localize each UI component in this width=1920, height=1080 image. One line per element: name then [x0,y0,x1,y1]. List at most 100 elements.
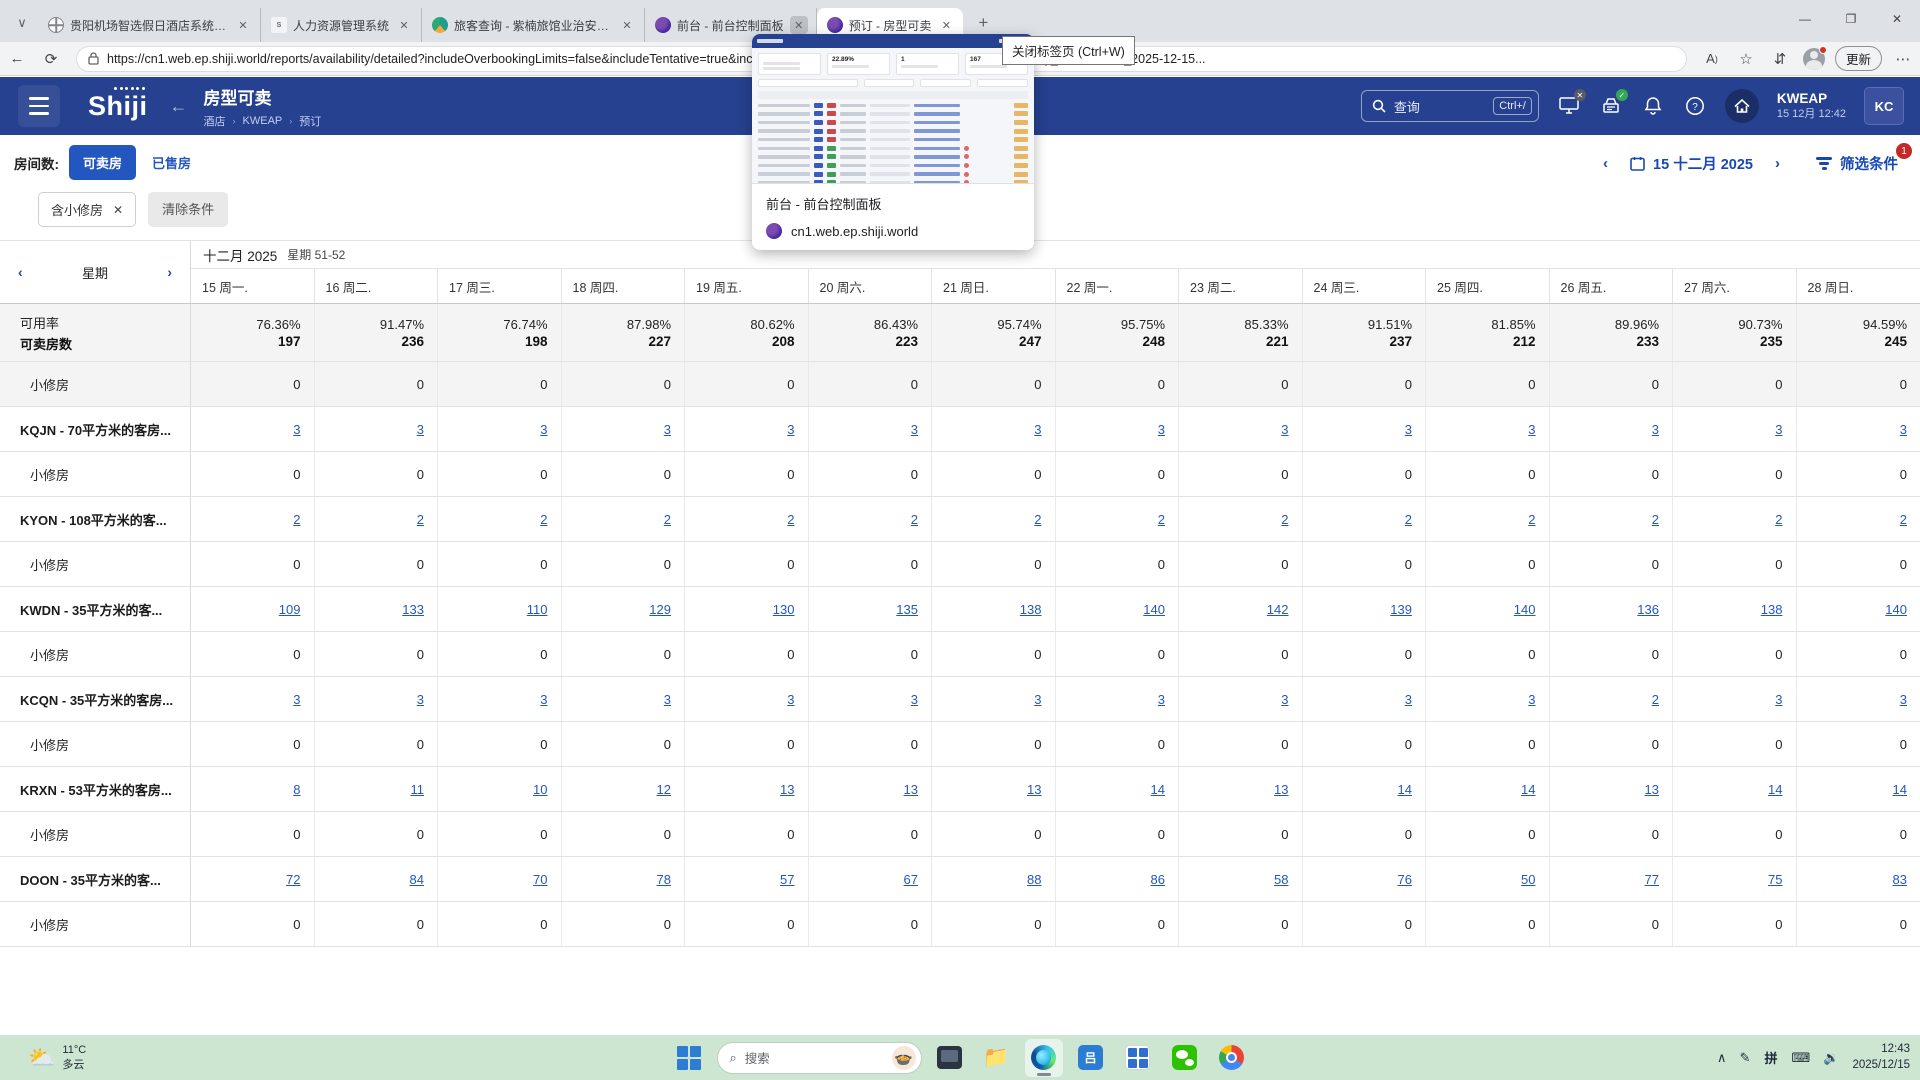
property-info[interactable]: KWEAP 15 12月 12:42 [1777,91,1846,122]
tab-hr-system[interactable]: S 人力资源管理系统 ✕ [261,8,422,42]
availability-link[interactable]: 77 [1645,872,1659,887]
availability-link[interactable]: 83 [1893,872,1907,887]
availability-link[interactable]: 3 [1034,692,1041,707]
tab-hotel-portal[interactable]: 贵阳机场智选假日酒店系统网址导 ✕ [38,8,261,42]
availability-link[interactable]: 3 [911,692,918,707]
availability-link[interactable]: 3 [1405,422,1412,437]
file-explorer-icon[interactable]: 📁 [978,1039,1016,1077]
availability-link[interactable]: 3 [1900,422,1907,437]
home-icon[interactable] [1725,89,1759,123]
availability-link[interactable]: 3 [417,422,424,437]
availability-link[interactable]: 110 [527,602,548,617]
availability-link[interactable]: 135 [896,602,918,617]
availability-link[interactable]: 2 [540,512,547,527]
workstation-icon[interactable]: ✕ [1557,94,1581,118]
prev-week-icon[interactable]: ‹ [18,264,23,280]
availability-link[interactable]: 2 [911,512,918,527]
availability-link[interactable]: 3 [664,692,671,707]
availability-link[interactable]: 3 [787,692,794,707]
close-icon[interactable]: ✕ [937,16,955,34]
pen-icon[interactable]: ✎ [1740,1050,1751,1066]
clock[interactable]: 12:43 2025/12/15 [1852,1042,1910,1073]
availability-link[interactable]: 13 [1645,782,1659,797]
remote-app-icon[interactable] [1119,1039,1157,1077]
availability-link[interactable]: 2 [1652,692,1659,707]
tab-search-chevron-icon[interactable]: ∨ [8,8,36,38]
bell-icon[interactable] [1641,94,1665,118]
availability-link[interactable]: 3 [1528,692,1535,707]
profile-avatar[interactable] [1803,48,1825,70]
availability-link[interactable]: 2 [1528,512,1535,527]
start-button[interactable] [670,1039,708,1077]
filter-conditions-button[interactable]: 筛选条件 1 [1816,153,1898,174]
close-icon[interactable]: ✕ [234,16,252,34]
availability-link[interactable]: 10 [533,782,547,797]
availability-link[interactable]: 3 [1281,422,1288,437]
availability-link[interactable]: 86 [1151,872,1165,887]
availability-link[interactable]: 14 [1398,782,1412,797]
availability-link[interactable]: 2 [1775,512,1782,527]
availability-link[interactable]: 13 [904,782,918,797]
availability-link[interactable]: 142 [1267,602,1289,617]
availability-link[interactable]: 2 [1281,512,1288,527]
availability-link[interactable]: 75 [1768,872,1782,887]
availability-link[interactable]: 50 [1521,872,1535,887]
next-date-icon[interactable]: › [1767,155,1788,172]
availability-link[interactable]: 3 [540,422,547,437]
chrome-icon[interactable] [1213,1039,1251,1077]
help-icon[interactable]: ? [1683,94,1707,118]
availability-link[interactable]: 78 [657,872,671,887]
availability-link[interactable]: 3 [293,422,300,437]
availability-link[interactable]: 88 [1027,872,1041,887]
read-aloud-icon[interactable]: A) [1699,46,1725,72]
availability-link[interactable]: 13 [780,782,794,797]
availability-link[interactable]: 8 [293,782,300,797]
sellable-rooms-toggle[interactable]: 可卖房 [69,145,136,180]
availability-link[interactable]: 130 [773,602,795,617]
availability-link[interactable]: 139 [1390,602,1412,617]
availability-link[interactable]: 136 [1637,602,1659,617]
availability-link[interactable]: 13 [1274,782,1288,797]
availability-link[interactable]: 129 [649,602,671,617]
availability-link[interactable]: 3 [417,692,424,707]
availability-link[interactable]: 109 [279,602,301,617]
sold-rooms-toggle[interactable]: 已售房 [146,145,197,180]
availability-link[interactable]: 3 [1281,692,1288,707]
back-icon[interactable]: ← [4,46,30,72]
clear-filters-button[interactable]: 清除条件 [148,192,228,227]
availability-link[interactable]: 12 [657,782,671,797]
breadcrumb-property[interactable]: KWEAP [243,115,283,127]
availability-link[interactable]: 67 [904,872,918,887]
availability-link[interactable]: 58 [1274,872,1288,887]
hidden-icons-chevron[interactable]: ∧ [1717,1050,1727,1066]
availability-link[interactable]: 3 [1405,692,1412,707]
availability-link[interactable]: 3 [911,422,918,437]
close-window-button[interactable]: ✕ [1874,0,1920,38]
availability-link[interactable]: 2 [1158,512,1165,527]
availability-link[interactable]: 14 [1151,782,1165,797]
favorites-bar-icon[interactable]: ⇵ [1767,46,1793,72]
close-icon[interactable]: ✕ [618,16,636,34]
availability-link[interactable]: 140 [1143,602,1165,617]
minor-repair-filter-chip[interactable]: 含小修房✕ [38,192,136,227]
availability-link[interactable]: 72 [286,872,300,887]
availability-link[interactable]: 133 [402,602,424,617]
date-picker[interactable]: 15 十二月 2025 [1630,153,1753,174]
availability-link[interactable]: 2 [1034,512,1041,527]
minimize-button[interactable]: — [1782,0,1828,38]
new-tab-button[interactable]: + [969,9,997,37]
availability-link[interactable]: 2 [417,512,424,527]
availability-link[interactable]: 2 [1405,512,1412,527]
availability-link[interactable]: 2 [1900,512,1907,527]
availability-link[interactable]: 2 [787,512,794,527]
availability-link[interactable]: 3 [1900,692,1907,707]
terminal-app-icon[interactable] [931,1039,969,1077]
availability-link[interactable]: 11 [411,782,425,797]
user-avatar[interactable]: KC [1864,87,1904,125]
close-icon[interactable]: ✕ [790,16,808,34]
availability-link[interactable]: 57 [780,872,794,887]
breadcrumb-hotel[interactable]: 酒店 [204,113,226,129]
favorite-star-icon[interactable]: ☆ [1733,46,1759,72]
availability-link[interactable]: 3 [1652,422,1659,437]
availability-link[interactable]: 140 [1514,602,1536,617]
